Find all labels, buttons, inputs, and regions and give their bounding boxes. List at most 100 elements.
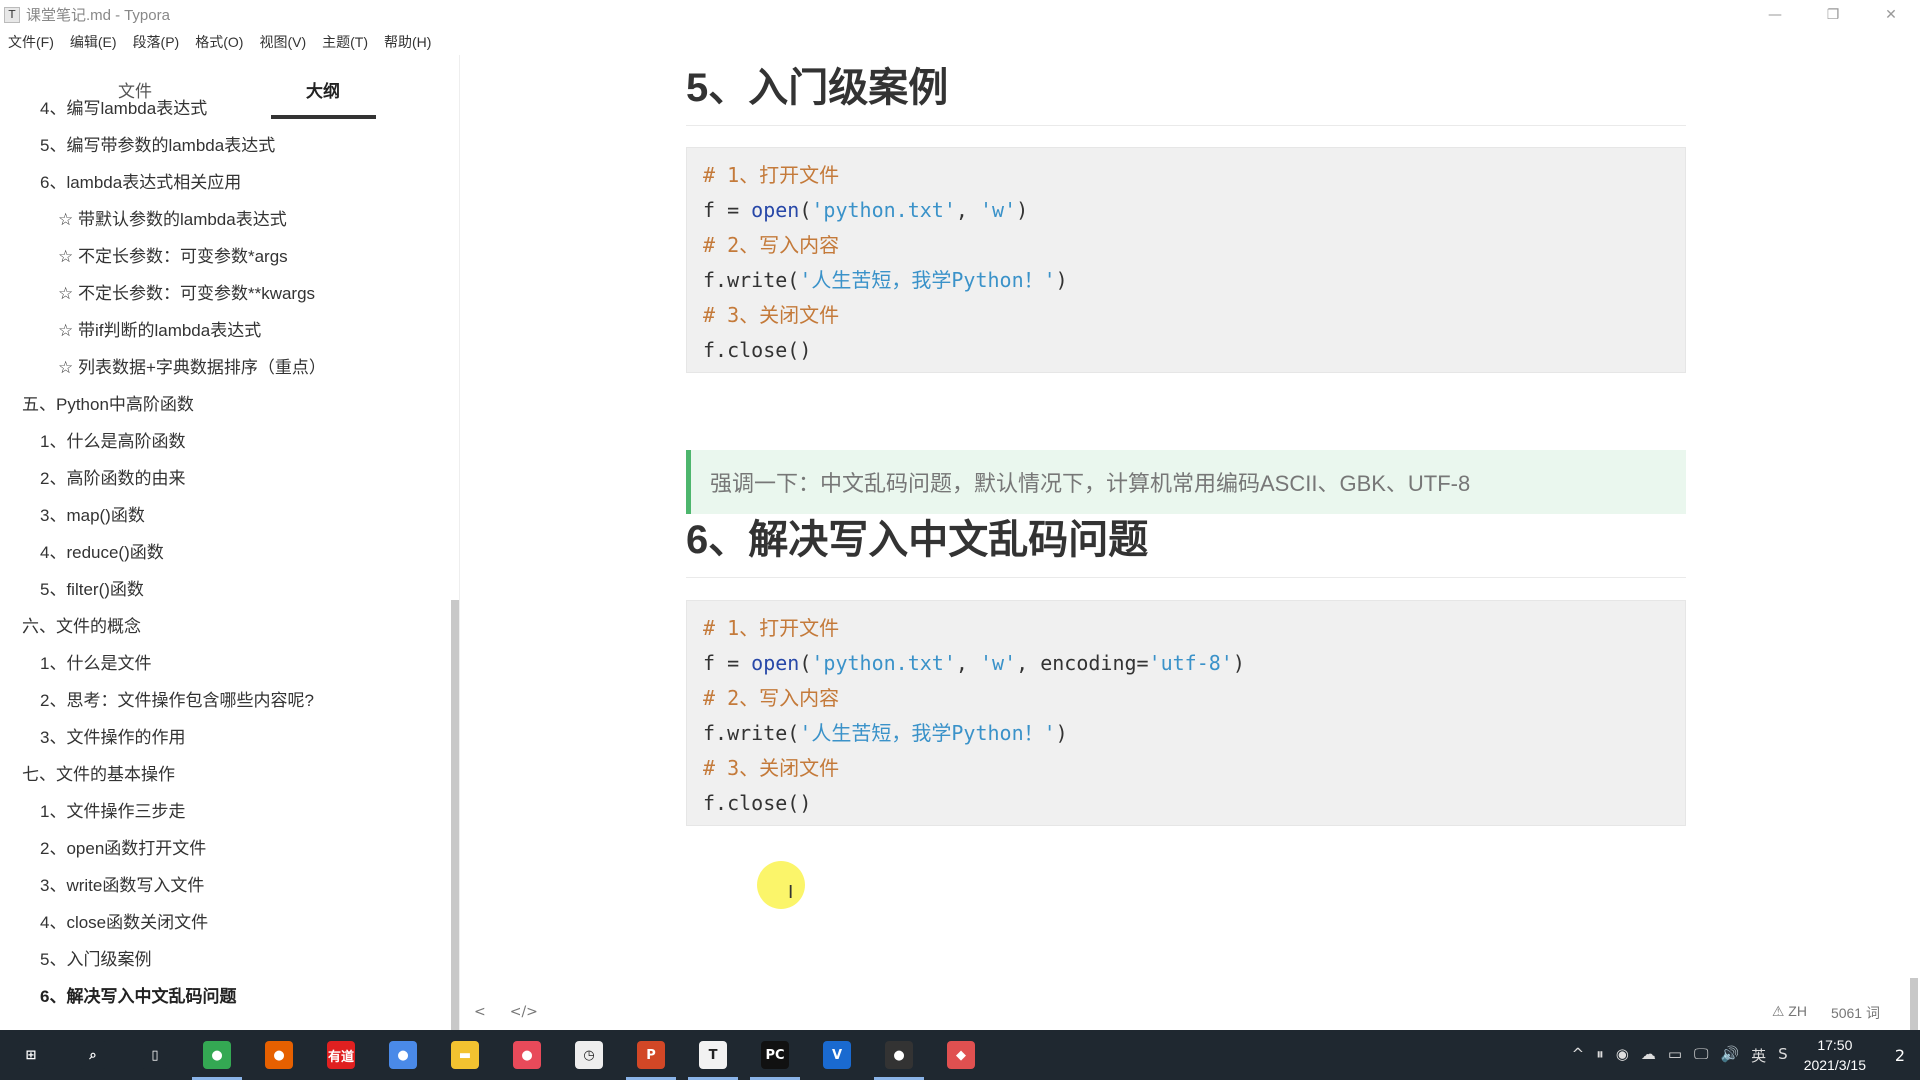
youdao-icon: 有道 (327, 1041, 355, 1069)
outline-item[interactable]: 2、思考：文件操作包含哪些内容呢? (40, 689, 314, 713)
clock-time: 17:50 (1817, 1037, 1853, 1053)
sidebar-scrollbar[interactable] (451, 600, 459, 1030)
outline-item[interactable]: ☆ 带默认参数的lambda表达式 (58, 208, 287, 232)
outline-item[interactable]: 3、write函数写入文件 (40, 874, 204, 898)
outline-item[interactable]: 6、解决写入中文乱码问题 (40, 985, 236, 1009)
code-block-1[interactable]: # 1、打开文件 f = open('python.txt', 'w') # 2… (686, 147, 1686, 373)
taskbar-chrome-button[interactable]: ● (186, 1030, 248, 1080)
outline-item[interactable]: ☆ 不定长参数：可变参数**kwargs (58, 282, 315, 306)
tray-icon[interactable]: ^ (1572, 1045, 1585, 1066)
taskbar-screen-recorder-button[interactable]: ● (496, 1030, 558, 1080)
code-line: f = open('python.txt', 'w') (703, 198, 1029, 222)
task-view-icon: ▯ (141, 1041, 169, 1069)
outline-item[interactable]: 2、open函数打开文件 (40, 837, 206, 861)
outline-item[interactable]: 5、编写带参数的lambda表达式 (40, 134, 275, 158)
tray-icon[interactable]: ▭ (1668, 1045, 1682, 1066)
tray-icon[interactable]: 🖵 (1694, 1045, 1708, 1066)
close-button[interactable]: ✕ (1862, 0, 1920, 29)
outline-item[interactable]: 5、入门级案例 (40, 948, 151, 972)
taskbar-task-view-button[interactable]: ▯ (124, 1030, 186, 1080)
minimize-button[interactable]: — (1746, 0, 1804, 29)
outline-item[interactable]: 4、close函数关闭文件 (40, 911, 208, 935)
editor[interactable]: 5、入门级案例 # 1、打开文件 f = open('python.txt', … (460, 55, 1920, 1030)
back-icon[interactable]: < (474, 1004, 486, 1020)
menu-edit[interactable]: 编辑(E) (62, 29, 125, 55)
taskbar-start-button[interactable]: ⊞ (0, 1030, 62, 1080)
window-title: 课堂笔记.md - Typora (26, 7, 170, 24)
outline-item[interactable]: 3、map()函数 (40, 504, 145, 528)
outline-item[interactable]: 4、编写lambda表达式 (40, 97, 207, 121)
taskbar: ⊞ ⌕ ▯ ● ● 有道 ● ▬ ● ◷ P T PC V ● ◆ ^ ⏸ ◉ ☁ ▭ 🖵 🔊 英 S 17:50 2021/… (0, 1030, 1920, 1080)
spellcheck-language[interactable]: ⚠ ZH (1772, 1003, 1807, 1023)
code-line: f.close() (703, 791, 812, 815)
clock[interactable]: 17:50 2021/3/15 (1804, 1035, 1866, 1075)
notification-center-icon[interactable]: 2 (1880, 1046, 1920, 1065)
taskbar-vpn-button[interactable]: V (806, 1030, 868, 1080)
word-count[interactable]: 5061 词 (1831, 1003, 1880, 1023)
restore-button[interactable]: ❐ (1804, 0, 1862, 29)
outline-item[interactable]: 五、Python中高阶函数 (22, 393, 194, 417)
outline-item[interactable]: 2、高阶函数的由来 (40, 467, 185, 491)
clock-date: 2021/3/15 (1803, 1057, 1866, 1073)
taskbar-powerpoint-button[interactable]: P (620, 1030, 682, 1080)
outline-item[interactable]: ☆ 不定长参数：可变参数*args (58, 245, 288, 269)
outline-item[interactable]: 1、什么是高阶函数 (40, 430, 185, 454)
code-block-2[interactable]: # 1、打开文件 f = open('python.txt', 'w', enc… (686, 600, 1686, 826)
outline-item[interactable]: 6、lambda表达式相关应用 (40, 171, 241, 195)
taskbar-clock-app-button[interactable]: ◷ (558, 1030, 620, 1080)
tray-icon[interactable]: ◉ (1616, 1045, 1629, 1066)
menu-format[interactable]: 格式(O) (187, 29, 251, 55)
taskbar-apps: ⊞ ⌕ ▯ ● ● 有道 ● ▬ ● ◷ P T PC V ● ◆ (0, 1030, 992, 1080)
code-comment: # 1、打开文件 (703, 616, 840, 640)
menu-paragraph[interactable]: 段落(P) (125, 29, 188, 55)
outline-item[interactable]: 1、文件操作三步走 (40, 800, 185, 824)
heading-divider (686, 577, 1686, 578)
tray-icon[interactable]: ☁ (1641, 1045, 1656, 1066)
menu-bar: 文件(F) 编辑(E) 段落(P) 格式(O) 视图(V) 主题(T) 帮助(H… (0, 29, 439, 55)
taskbar-recorder-button[interactable]: ● (868, 1030, 930, 1080)
editor-scrollbar[interactable] (1910, 978, 1918, 1030)
outline-item[interactable]: ☆ 带if判断的lambda表达式 (58, 319, 261, 343)
title-bar: T 课堂笔记.md - Typora — ❐ ✕ (0, 0, 1920, 29)
cursor-highlight (757, 861, 805, 909)
code-line: f.close() (703, 338, 812, 362)
tray-icon[interactable]: 英 (1751, 1045, 1766, 1066)
code-comment: # 3、关闭文件 (703, 303, 840, 327)
recorder-icon: ● (885, 1041, 913, 1069)
taskbar-firefox-button[interactable]: ● (248, 1030, 310, 1080)
code-line: f = open('python.txt', 'w', encoding='ut… (703, 651, 1245, 675)
menu-file[interactable]: 文件(F) (0, 29, 62, 55)
outline-item[interactable]: 七、文件的基本操作 (22, 763, 175, 787)
outline-item[interactable]: 六、文件的概念 (22, 615, 141, 639)
vpn-icon: V (823, 1041, 851, 1069)
taskbar-youdao-button[interactable]: 有道 (310, 1030, 372, 1080)
tray-icon[interactable]: 🔊 (1720, 1045, 1739, 1066)
outline-item[interactable]: 1、什么是文件 (40, 652, 151, 676)
outline-item[interactable]: 3、文件操作的作用 (40, 726, 185, 750)
outline-item[interactable]: 5、filter()函数 (40, 578, 144, 602)
source-code-toggle-icon[interactable]: </> (510, 1004, 538, 1020)
taskbar-search-button[interactable]: ⌕ (62, 1030, 124, 1080)
outline-item[interactable]: ☆ 列表数据+字典数据排序（重点） (58, 356, 326, 380)
tray-icon[interactable]: ⏸ (1596, 1045, 1604, 1066)
heading-chinese-encoding-fix: 6、解决写入中文乱码问题 (686, 518, 1149, 562)
menu-theme[interactable]: 主题(T) (314, 29, 376, 55)
taskbar-typora-button[interactable]: T (682, 1030, 744, 1080)
tray-icon[interactable]: S (1778, 1045, 1788, 1066)
code-comment: # 2、写入内容 (703, 233, 840, 257)
taskbar-file-explorer-button[interactable]: ▬ (434, 1030, 496, 1080)
tab-outline[interactable]: 大纲 (268, 77, 378, 102)
outline-item[interactable]: 4、reduce()函数 (40, 541, 164, 565)
window-controls: — ❐ ✕ (1746, 0, 1920, 29)
chrome-icon: ● (203, 1041, 231, 1069)
taskbar-eraser-app-button[interactable]: ◆ (930, 1030, 992, 1080)
taskbar-pycharm-button[interactable]: PC (744, 1030, 806, 1080)
blockquote-encoding-note: 强调一下：中文乱码问题，默认情况下，计算机常用编码ASCII、GBK、UTF-8 (686, 450, 1686, 514)
firefox-icon: ● (265, 1041, 293, 1069)
tray-icons: ^ ⏸ ◉ ☁ ▭ 🖵 🔊 英 S (1566, 1045, 1794, 1066)
code-line: f.write('人生苦短，我学Python！') (703, 721, 1068, 745)
taskbar-chromium-button[interactable]: ● (372, 1030, 434, 1080)
menu-help[interactable]: 帮助(H) (376, 29, 439, 55)
menu-view[interactable]: 视图(V) (251, 29, 314, 55)
code-comment: # 2、写入内容 (703, 686, 840, 710)
